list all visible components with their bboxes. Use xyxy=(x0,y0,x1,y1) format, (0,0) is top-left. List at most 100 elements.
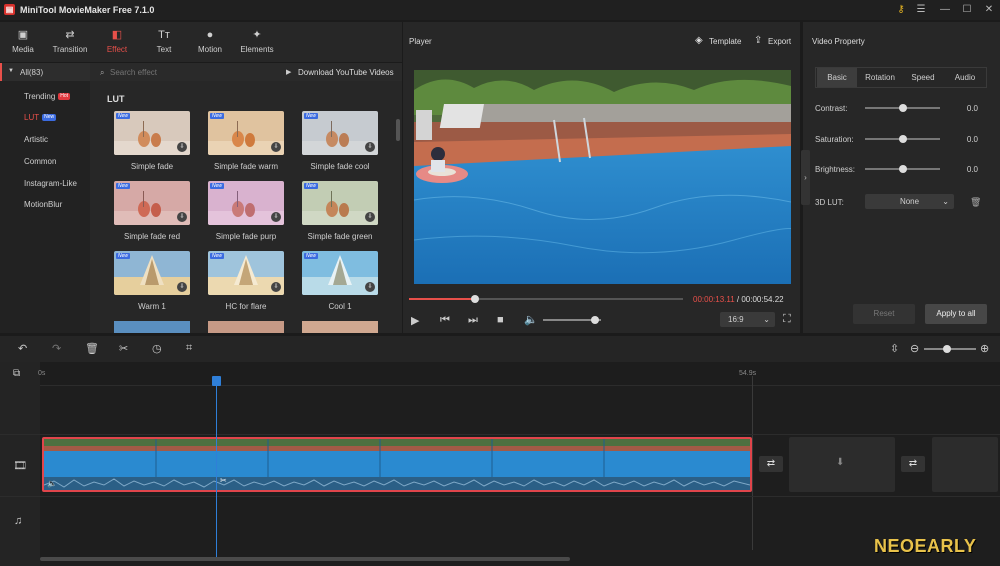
effect-thumb-cool-1[interactable]: New ⇩ xyxy=(302,251,378,295)
effect-thumb-partial[interactable] xyxy=(208,321,284,333)
close-button[interactable]: ✕ xyxy=(982,3,996,17)
effect-label: Simple fade purp xyxy=(215,232,277,241)
tool-transition[interactable]: ⇄ Transition xyxy=(47,28,93,54)
timeline-scrollbar[interactable] xyxy=(40,557,570,561)
effect-thumb-simple-fade-warm[interactable]: New ⇩ xyxy=(208,111,284,155)
effect-thumb-simple-fade-cool[interactable]: New ⇩ xyxy=(302,111,378,155)
export-icon: ⇪ xyxy=(754,35,763,46)
effect-thumb-hc-for-flare[interactable]: New ⇩ xyxy=(208,251,284,295)
media-icon: ▣ xyxy=(17,29,29,41)
contrast-slider-knob[interactable] xyxy=(898,104,907,112)
transition-slot-icon[interactable]: ⇄ xyxy=(901,456,925,472)
volume-slider[interactable] xyxy=(543,316,601,324)
clip-audio-icon[interactable]: 🔈 xyxy=(47,479,57,488)
saturation-slider-knob[interactable] xyxy=(898,135,907,143)
video-clip[interactable]: 🔈 xyxy=(42,437,752,492)
playback-progress-knob[interactable] xyxy=(470,295,479,303)
trash-icon[interactable]: 🗑 xyxy=(970,197,981,208)
fullscreen-icon[interactable]: ⛶ xyxy=(783,313,791,326)
playback-progress-bar[interactable] xyxy=(409,295,683,303)
add-track-icon[interactable]: ⧉ xyxy=(13,368,20,379)
zoom-in-icon[interactable]: ⊕ xyxy=(980,342,989,355)
sidebar-item-all[interactable]: ▼ All(83) xyxy=(0,63,90,81)
effect-thumb-warm-1[interactable]: New ⇩ xyxy=(114,251,190,295)
redo-icon[interactable]: ↷ xyxy=(52,342,61,355)
search-effect-input[interactable] xyxy=(110,66,230,78)
track-divider xyxy=(0,496,1000,497)
tool-motion[interactable]: ● Motion xyxy=(187,28,233,54)
volume-icon[interactable]: 🔈 xyxy=(524,313,538,326)
tab-basic[interactable]: Basic xyxy=(817,68,857,87)
sidebar-item-trending[interactable]: Trending Hot xyxy=(0,88,90,106)
download-icon[interactable]: ⇩ xyxy=(177,212,187,222)
undo-icon[interactable]: ↶ xyxy=(18,342,27,355)
sidebar-item-common[interactable]: Common xyxy=(0,153,90,171)
effect-thumb-partial[interactable] xyxy=(302,321,378,333)
download-icon[interactable]: ⇩ xyxy=(365,212,375,222)
sidebar-item-instagram-like[interactable]: Instagram-Like xyxy=(0,175,90,193)
tool-media[interactable]: ▣ Media xyxy=(0,28,46,54)
video-preview[interactable] xyxy=(414,70,791,284)
contrast-slider[interactable] xyxy=(865,104,940,112)
apply-to-all-button[interactable]: Apply to all xyxy=(925,304,987,324)
download-icon[interactable]: ⇩ xyxy=(271,212,281,222)
tool-effect[interactable]: ◧ Effect xyxy=(94,28,140,54)
crop-icon[interactable]: ⌗ xyxy=(186,342,192,355)
new-badge: New xyxy=(42,114,57,122)
tab-rotation[interactable]: Rotation xyxy=(859,68,901,87)
download-icon[interactable]: ⇩ xyxy=(271,282,281,292)
previous-frame-icon[interactable]: ⏮ xyxy=(440,314,450,327)
download-youtube-link[interactable]: Download YouTube Videos xyxy=(298,68,394,77)
lut-select[interactable]: None ⌄ xyxy=(865,194,954,209)
empty-clip-placeholder[interactable]: ⬇ xyxy=(789,437,895,492)
download-icon[interactable]: ⇩ xyxy=(177,282,187,292)
saturation-slider[interactable] xyxy=(865,135,940,143)
effect-scrollbar[interactable] xyxy=(396,119,400,141)
brightness-slider[interactable] xyxy=(865,165,940,173)
download-icon[interactable]: ⇩ xyxy=(365,142,375,152)
collapse-panel-handle[interactable]: › xyxy=(801,150,810,205)
effect-thumb-simple-fade[interactable]: New ⇩ xyxy=(114,111,190,155)
zoom-slider[interactable] xyxy=(924,345,976,353)
sidebar-item-artistic[interactable]: Artistic xyxy=(0,131,90,149)
maximize-button[interactable]: ☐ xyxy=(960,3,974,17)
template-button[interactable]: Template xyxy=(709,37,741,46)
tab-audio[interactable]: Audio xyxy=(944,68,986,87)
next-frame-icon[interactable]: ⏭ xyxy=(468,314,478,327)
split-icon[interactable]: ✂ xyxy=(119,342,128,355)
clip-split-marker-icon[interactable]: ✂ xyxy=(220,476,227,485)
sidebar-item-lut[interactable]: LUT New xyxy=(0,109,90,127)
key-icon[interactable]: ⚷ xyxy=(894,3,908,17)
download-icon[interactable]: ⇩ xyxy=(177,142,187,152)
aspect-ratio-select[interactable]: 16:9 ⌄ xyxy=(720,312,775,327)
ruler-start-label: 0s xyxy=(38,370,46,377)
zoom-slider-knob[interactable] xyxy=(943,345,952,353)
playhead-line[interactable] xyxy=(216,384,217,558)
tool-text[interactable]: Tт Text xyxy=(141,28,187,54)
stop-icon[interactable]: ■ xyxy=(497,314,504,326)
play-icon[interactable]: ▶ xyxy=(411,314,419,327)
reset-button[interactable]: Reset xyxy=(853,304,915,324)
effect-icon: ◧ xyxy=(111,29,123,41)
effect-thumb-simple-fade-green[interactable]: New ⇩ xyxy=(302,181,378,225)
sidebar-item-motionblur[interactable]: MotionBlur xyxy=(0,196,90,214)
menu-icon[interactable]: ☰ xyxy=(914,3,928,17)
effect-thumb-simple-fade-red[interactable]: New ⇩ xyxy=(114,181,190,225)
speed-icon[interactable]: ◷ xyxy=(152,342,162,355)
minimize-button[interactable]: — xyxy=(938,3,952,17)
empty-clip-placeholder[interactable] xyxy=(932,437,998,492)
export-button[interactable]: Export xyxy=(768,37,791,46)
zoom-out-icon[interactable]: ⊖ xyxy=(910,342,919,355)
transition-slot-icon[interactable]: ⇄ xyxy=(759,456,783,472)
fit-timeline-icon[interactable]: ⇳ xyxy=(890,342,899,355)
download-icon[interactable]: ⇩ xyxy=(271,142,281,152)
time-ruler[interactable] xyxy=(40,362,1000,386)
tool-elements[interactable]: ✦ Elements xyxy=(234,28,280,54)
brightness-slider-knob[interactable] xyxy=(898,165,907,173)
tab-speed[interactable]: Speed xyxy=(902,68,944,87)
delete-icon[interactable]: 🗑 xyxy=(85,342,99,355)
main-toolbar: ▣ Media ⇄ Transition ◧ Effect Tт Text ● Motio… xyxy=(0,22,402,62)
download-icon[interactable]: ⇩ xyxy=(365,282,375,292)
effect-thumb-partial[interactable] xyxy=(114,321,190,333)
effect-thumb-simple-fade-purp[interactable]: New ⇩ xyxy=(208,181,284,225)
